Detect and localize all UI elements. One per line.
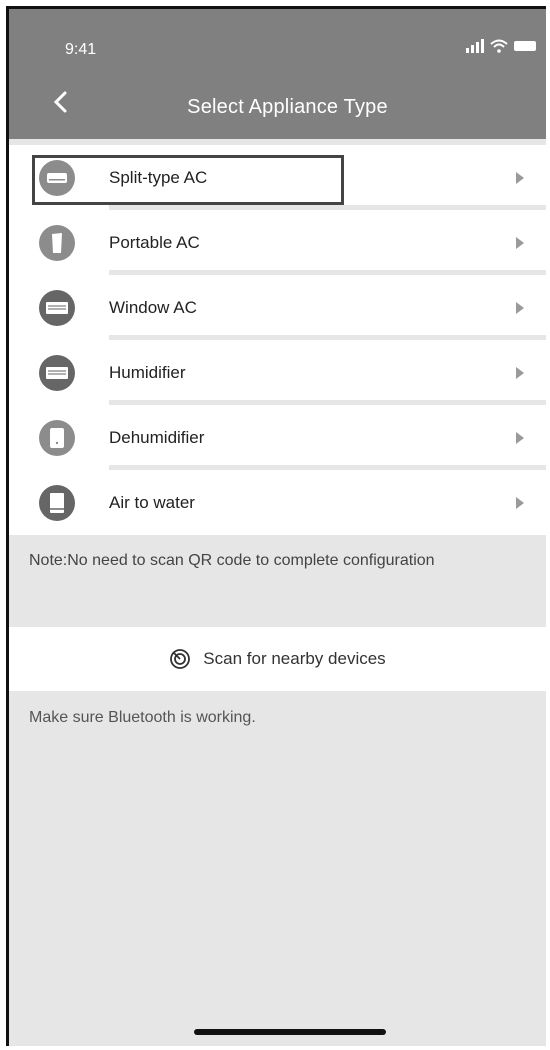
chevron-right-icon <box>516 301 524 314</box>
list-item-humidifier[interactable]: Humidifier <box>9 340 546 405</box>
appliance-label: Split-type AC <box>109 167 208 187</box>
signal-icon <box>466 39 484 53</box>
status-icons <box>466 39 536 53</box>
split-ac-icon <box>39 159 75 196</box>
home-indicator[interactable] <box>194 1029 386 1035</box>
appliance-label: Dehumidifier <box>109 427 205 447</box>
list-item-window-ac[interactable]: Window AC <box>9 275 546 340</box>
appliance-label: Window AC <box>109 297 197 317</box>
battery-icon <box>514 41 536 51</box>
chevron-right-icon <box>516 366 524 379</box>
window-ac-icon <box>39 289 75 326</box>
list-item-air-to-water[interactable]: Air to water <box>9 470 546 535</box>
note-text: Note:No need to scan QR code to complete… <box>9 536 546 627</box>
status-time: 9:41 <box>65 41 97 58</box>
nav-bar: Select Appliance Type <box>9 69 546 139</box>
scan-nearby-button[interactable]: Scan for nearby devices <box>9 627 546 691</box>
chevron-right-icon <box>516 431 524 444</box>
list-item-portable-ac[interactable]: Portable AC <box>9 210 546 275</box>
scan-label: Scan for nearby devices <box>203 649 386 668</box>
chevron-right-icon <box>516 496 524 509</box>
air-to-water-icon <box>39 484 75 521</box>
chevron-right-icon <box>516 171 524 184</box>
wifi-icon <box>490 39 508 53</box>
status-bar: 9:41 <box>9 9 546 69</box>
appliance-list: Split-type AC Portable AC Window AC Humi… <box>9 145 546 535</box>
scan-icon <box>169 648 191 670</box>
list-item-split-ac[interactable]: Split-type AC <box>9 145 546 210</box>
appliance-label: Air to water <box>109 492 195 512</box>
phone-screen: 9:41 Select Appliance Type Split-type AC… <box>6 6 546 1046</box>
humidifier-icon <box>39 354 75 391</box>
portable-ac-icon <box>39 224 75 261</box>
list-item-dehumidifier[interactable]: Dehumidifier <box>9 405 546 470</box>
chevron-right-icon <box>516 236 524 249</box>
appliance-label: Humidifier <box>109 362 186 382</box>
dehumidifier-icon <box>39 419 75 456</box>
bluetooth-hint: Make sure Bluetooth is working. <box>29 709 256 726</box>
page-title: Select Appliance Type <box>187 96 388 118</box>
appliance-label: Portable AC <box>109 232 200 252</box>
